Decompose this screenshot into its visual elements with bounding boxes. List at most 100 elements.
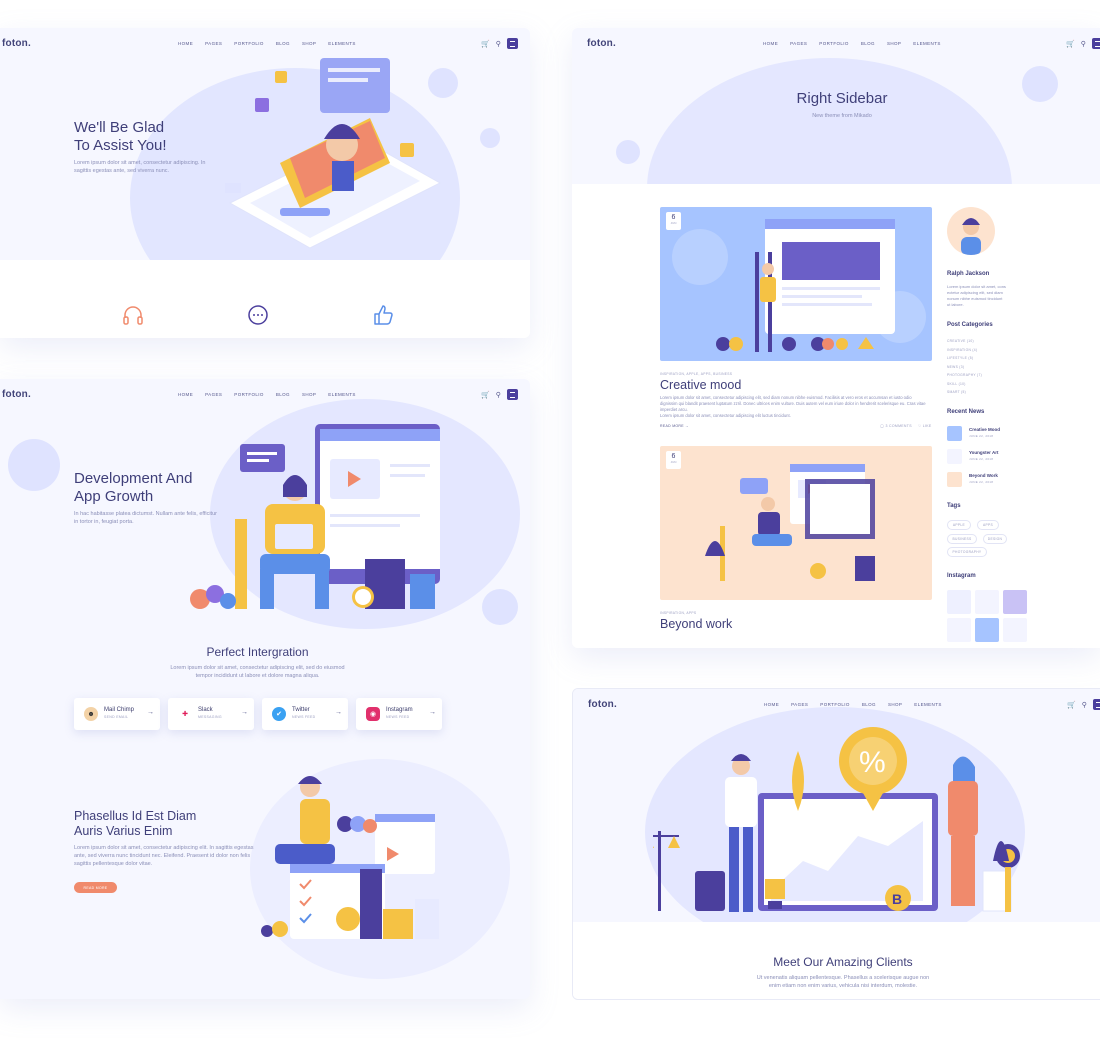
headphones-icon (123, 306, 143, 325)
integration-card-instagram[interactable]: ◉ Instagram NEWS FEED → (356, 698, 442, 730)
menu-portfolio[interactable]: PORTFOLIO (820, 702, 850, 707)
instagram-thumb[interactable] (1003, 590, 1027, 614)
mailchimp-icon: ☻ (84, 707, 98, 721)
search-icon[interactable]: ⚲ (496, 40, 501, 48)
hamburger-icon[interactable] (1091, 38, 1100, 49)
instagram-thumb[interactable] (947, 590, 971, 614)
menu-home[interactable]: HOME (178, 392, 193, 397)
post-excerpt: Lorem ipsum dolor sit amet, consectetur … (660, 395, 932, 419)
comments-label: 3 COMMENTS (885, 424, 912, 428)
menu-home[interactable]: HOME (764, 702, 779, 707)
integration-sub: NEWS FEED (386, 715, 410, 719)
news-item[interactable]: Youngster Art JUNE 22, 2018 (947, 449, 1047, 465)
integration-name: Mail Chimp (104, 707, 135, 713)
post-title[interactable]: Beyond work (660, 617, 732, 631)
tag-item[interactable]: APPLE (947, 520, 971, 530)
instagram-thumb[interactable] (975, 618, 999, 642)
tag-item[interactable]: DESIGN (983, 534, 1007, 544)
post-month: JUN (670, 460, 677, 464)
menu-elements[interactable]: ELEMENTS (328, 41, 355, 46)
integration-card-twitter[interactable]: ✔ Twitter NEWS FEED → (262, 698, 348, 730)
menu-shop[interactable]: SHOP (887, 41, 901, 46)
integration-card-mailchimp[interactable]: ☻ Mail Chimp SEND EMAIL → (74, 698, 160, 730)
twitter-icon: ✔ (272, 707, 286, 721)
read-more-button[interactable]: READ MORE (74, 882, 117, 893)
section-title: Perfect Intergration (206, 645, 309, 659)
menu-pages[interactable]: PAGES (790, 41, 807, 46)
menu-shop[interactable]: SHOP (302, 392, 316, 397)
menu-pages[interactable]: PAGES (791, 702, 808, 707)
cart-icon[interactable]: 🛒 (1067, 701, 1076, 709)
workflow-illustration (261, 776, 439, 939)
avatar (947, 207, 995, 255)
category-item[interactable]: SMART (5) (947, 388, 982, 397)
integration-card-slack[interactable]: ✚ Slack MESSAGING → (168, 698, 254, 730)
menu-blog[interactable]: BLOG (862, 702, 876, 707)
svg-text:B: B (892, 891, 902, 907)
news-item[interactable]: Creative Mood JUNE 22, 2018 (947, 426, 1047, 442)
category-item[interactable]: SKILL (10) (947, 380, 982, 389)
category-item[interactable]: PHOTOGRAPHY (7) (947, 371, 982, 380)
menu-shop[interactable]: SHOP (302, 41, 316, 46)
instagram-thumb[interactable] (975, 590, 999, 614)
categories-heading: Post Categories (947, 322, 993, 328)
post-categories[interactable]: INSPIRATION, APPLE, APPS, BUSINESS (660, 372, 732, 376)
menu-blog[interactable]: BLOG (861, 41, 875, 46)
tag-item[interactable]: APPS (977, 520, 999, 530)
comments-link[interactable]: ◯ 3 COMMENTS (880, 424, 912, 428)
post-image[interactable]: 6 JUN (660, 207, 932, 361)
menu-portfolio[interactable]: PORTFOLIO (234, 41, 264, 46)
like-link[interactable]: ♡ LIKE (918, 424, 932, 428)
menu-shop[interactable]: SHOP (888, 702, 902, 707)
cart-icon[interactable]: 🛒 (481, 40, 490, 48)
cart-icon[interactable]: 🛒 (1066, 40, 1075, 48)
category-item[interactable]: CREATIVE (10) (947, 337, 982, 346)
post-excerpt-line2: dignissim qui blandit praesent luptatum … (660, 401, 926, 412)
menu-home[interactable]: HOME (178, 41, 193, 46)
menu-blog[interactable]: BLOG (276, 392, 290, 397)
hamburger-icon[interactable] (1092, 699, 1100, 710)
post-image[interactable]: 6 JUN (660, 446, 932, 600)
hamburger-icon[interactable] (506, 389, 518, 400)
news-item[interactable]: Beyond Work JUNE 22, 2018 (947, 472, 1047, 488)
search-icon[interactable]: ⚲ (1082, 701, 1087, 709)
menu-home[interactable]: HOME (763, 41, 778, 46)
recent-news-heading: Recent News (947, 409, 985, 415)
post-title[interactable]: Creative mood (660, 378, 741, 392)
menu-blog[interactable]: BLOG (276, 41, 290, 46)
menu-pages[interactable]: PAGES (205, 41, 222, 46)
feature-text-line2: ante, sed viverra nunc tincidunt nec. El… (74, 853, 251, 859)
post-month: JUN (670, 221, 677, 225)
cart-icon[interactable]: 🛒 (481, 391, 490, 399)
tag-item[interactable]: BUSINESS (947, 534, 977, 544)
category-item[interactable]: INSPIRATION (4) (947, 346, 982, 355)
logo[interactable]: foton. (588, 699, 617, 710)
card-development: foton. HOME PAGES PORTFOLIO BLOG SHOP EL… (0, 379, 530, 999)
read-more-link[interactable]: READ MORE → (660, 424, 689, 428)
arrow-right-icon: → (147, 709, 154, 716)
menu-portfolio[interactable]: PORTFOLIO (819, 41, 849, 46)
menu-portfolio[interactable]: PORTFOLIO (234, 392, 264, 397)
menu-elements[interactable]: ELEMENTS (328, 392, 355, 397)
tag-item[interactable]: PHOTOGRAPHY (947, 547, 987, 557)
logo[interactable]: foton. (2, 38, 31, 49)
hamburger-icon[interactable] (506, 38, 518, 49)
hero-title: We'll Be Glad To Assist You! (74, 119, 167, 155)
logo[interactable]: foton. (587, 38, 616, 49)
menu-pages[interactable]: PAGES (205, 392, 222, 397)
bg-dot (482, 589, 518, 625)
menu-elements[interactable]: ELEMENTS (913, 41, 940, 46)
menu-elements[interactable]: ELEMENTS (914, 702, 941, 707)
hero-title: Development And App Growth (74, 470, 192, 506)
post-categories[interactable]: INSPIRATION, APPS (660, 611, 696, 615)
main-menu: HOME PAGES PORTFOLIO BLOG SHOP ELEMENTS (178, 41, 356, 46)
news-date: JUNE 22, 2018 (969, 457, 994, 461)
category-item[interactable]: NEWS (3) (947, 363, 982, 372)
instagram-thumb[interactable] (1003, 618, 1027, 642)
integration-sub: SEND EMAIL (104, 715, 129, 719)
category-item[interactable]: LIFESTYLE (5) (947, 354, 982, 363)
instagram-thumb[interactable] (947, 618, 971, 642)
logo[interactable]: foton. (2, 389, 31, 400)
search-icon[interactable]: ⚲ (496, 391, 501, 399)
search-icon[interactable]: ⚲ (1081, 40, 1086, 48)
